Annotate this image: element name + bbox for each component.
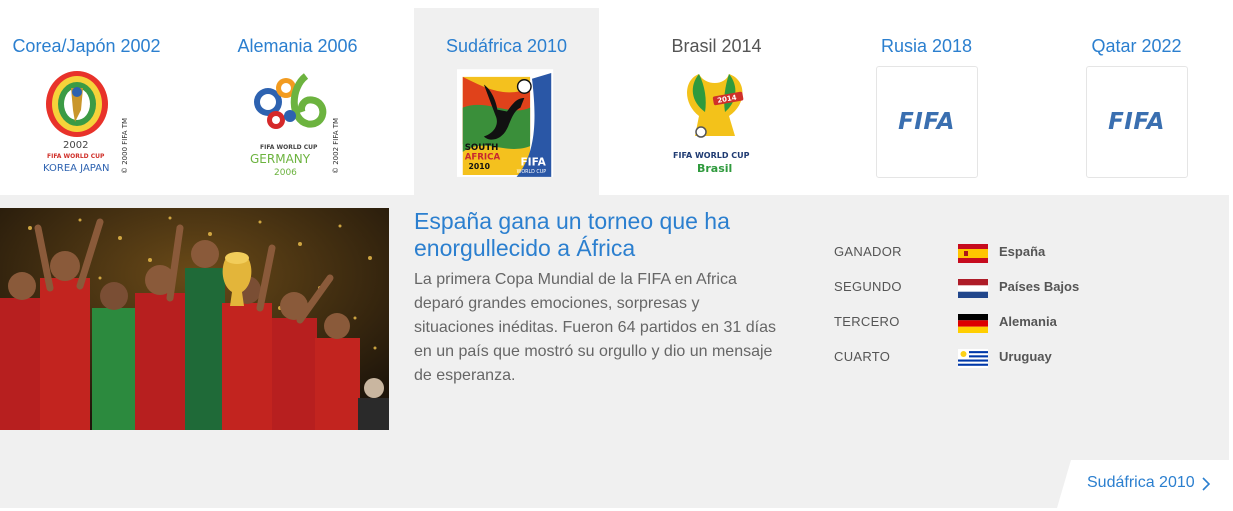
spain-team-celebration-photo[interactable] xyxy=(0,208,389,430)
tab-title: Corea/Japón 2002 xyxy=(12,36,161,56)
uruguay-flag-icon xyxy=(958,349,988,368)
svg-text:© 2002 FIFA TM: © 2002 FIFA TM xyxy=(332,118,340,174)
svg-text:KOREA JAPAN: KOREA JAPAN xyxy=(43,163,110,174)
standing-team[interactable]: Países Bajos xyxy=(999,279,1079,294)
tournament-detail-label: Sudáfrica 2010 xyxy=(1087,474,1195,491)
svg-text:AFRICA: AFRICA xyxy=(464,153,500,163)
svg-text:FIFA: FIFA xyxy=(520,156,546,168)
svg-text:2010: 2010 xyxy=(468,162,489,171)
standing-row: SEGUNDO Países Bajos xyxy=(834,277,1134,312)
tab-brasil-2014[interactable]: Brasil 2014 2014 FIFA WORLD CUP Brasil xyxy=(624,8,809,195)
svg-text:Brasil: Brasil xyxy=(697,162,732,175)
standing-row: GANADOR España xyxy=(834,242,1134,277)
svg-text:FIFA WORLD CUP: FIFA WORLD CUP xyxy=(673,151,750,160)
standing-row: TERCERO Alemania xyxy=(834,312,1134,347)
germany-flag-icon xyxy=(958,314,988,333)
tab-title: Qatar 2022 xyxy=(1091,36,1182,56)
tab-title: Brasil 2014 xyxy=(671,36,762,56)
tab-title: Rusia 2018 xyxy=(880,36,973,56)
standing-row: CUARTO Uruguay xyxy=(834,347,1134,382)
svg-text:2006: 2006 xyxy=(274,168,297,178)
article-summary: La primera Copa Mundial de la FIFA en Af… xyxy=(414,271,777,384)
svg-text:FIFA WORLD CUP: FIFA WORLD CUP xyxy=(260,144,318,151)
netherlands-flag-icon xyxy=(958,279,988,298)
tab-title: Sudáfrica 2010 xyxy=(445,36,568,56)
standing-team[interactable]: España xyxy=(999,244,1045,259)
fifa-logo-icon: FIFA xyxy=(875,66,978,178)
svg-text:SOUTH: SOUTH xyxy=(464,143,498,153)
final-standings: GANADOR España SEGUNDO Países Bajos TERC… xyxy=(834,242,1134,382)
standing-label: CUARTO xyxy=(834,349,891,364)
standing-label: SEGUNDO xyxy=(834,279,902,294)
tournament-detail-link[interactable]: Sudáfrica 2010 xyxy=(1057,460,1233,508)
svg-text:GERMANY: GERMANY xyxy=(250,152,311,166)
tab-title: Alemania 2006 xyxy=(237,36,358,56)
tab-sudafrica-2010[interactable]: Sudáfrica 2010 SOUTH AFRICA 2010 FIFA WO… xyxy=(414,8,599,195)
fifa-logo-icon: FIFA xyxy=(1085,66,1188,178)
tournament-panel: España gana un torneo que ha enorgulleci… xyxy=(0,195,1229,508)
spain-flag-icon xyxy=(958,244,988,263)
standing-team[interactable]: Uruguay xyxy=(999,349,1052,364)
svg-text:© 2000 FIFA TM: © 2000 FIFA TM xyxy=(121,118,129,174)
tab-alemania-2006[interactable]: Alemania 2006 FIFA WORLD CUP GERMANY 200… xyxy=(205,8,390,195)
germany-2006-emblem-icon: FIFA WORLD CUP GERMANY 2006 © 2002 FIFA … xyxy=(250,73,340,178)
brasil-2014-emblem-icon: 2014 FIFA WORLD CUP Brasil xyxy=(673,74,750,175)
standing-team[interactable]: Alemania xyxy=(999,314,1057,329)
svg-text:WORLD CUP: WORLD CUP xyxy=(516,169,546,175)
standing-label: GANADOR xyxy=(834,244,902,259)
tab-korea-japan-2002[interactable]: Corea/Japón 2002 2002 FIFA WORLD CUP KOR… xyxy=(0,8,179,195)
chevron-right-icon xyxy=(1202,477,1210,491)
south-africa-2010-emblem-icon: SOUTH AFRICA 2010 FIFA WORLD CUP xyxy=(456,69,553,177)
tab-qatar-2022[interactable]: Qatar 2022 FIFA xyxy=(1044,8,1229,195)
svg-text:FIFA WORLD CUP: FIFA WORLD CUP xyxy=(47,153,105,160)
tab-rusia-2018[interactable]: Rusia 2018 FIFA xyxy=(834,8,1019,195)
standing-label: TERCERO xyxy=(834,314,900,329)
article-headline[interactable]: España gana un torneo que ha enorgulleci… xyxy=(414,208,794,262)
korea-japan-2002-emblem-icon: 2002 FIFA WORLD CUP KOREA JAPAN © 2000 F… xyxy=(43,71,129,174)
svg-text:2002: 2002 xyxy=(63,140,88,151)
world-cup-tabs: Corea/Japón 2002 2002 FIFA WORLD CUP KOR… xyxy=(0,0,1233,195)
